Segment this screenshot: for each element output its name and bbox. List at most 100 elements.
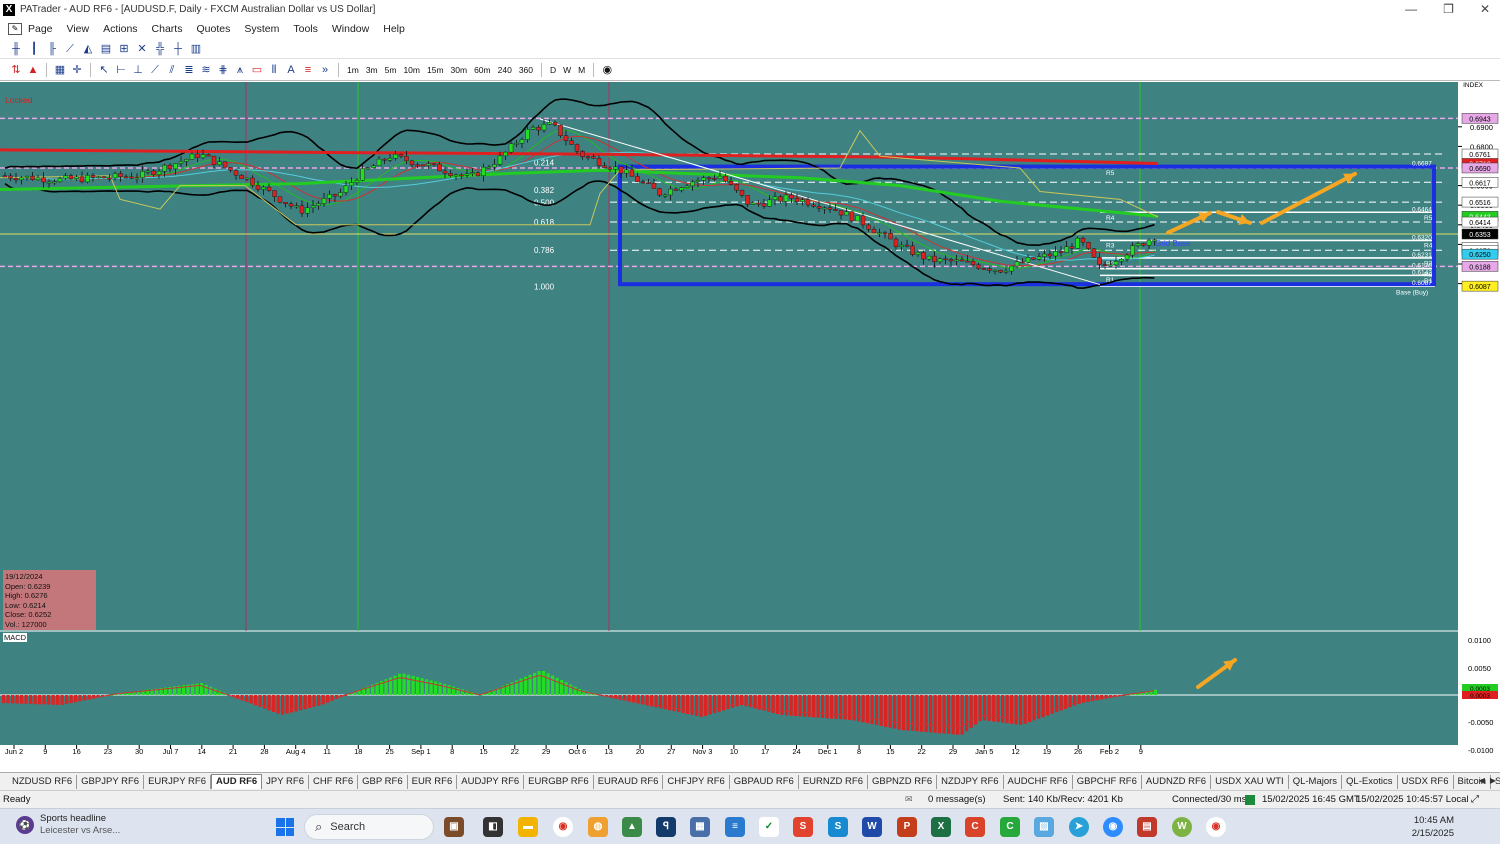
tabs-scroll-right-icon[interactable]: ▶: [1490, 776, 1496, 785]
symbol-tab[interactable]: GBPJPY RF6: [77, 774, 145, 789]
ohlc-chart-icon[interactable]: ╟: [44, 42, 60, 57]
tabs-scroll-left-icon[interactable]: ◀: [1479, 776, 1485, 785]
menu-tools[interactable]: Tools: [293, 23, 318, 35]
symbol-tab[interactable]: EURAUD RF6: [594, 774, 664, 789]
timeframe-1m[interactable]: 1m: [344, 65, 362, 75]
symbol-tab[interactable]: EURNZD RF6: [799, 774, 868, 789]
timeframe-30m[interactable]: 30m: [448, 65, 471, 75]
symbol-tab[interactable]: EURJPY RF6: [144, 774, 211, 789]
kagi-icon[interactable]: ⊞: [116, 42, 132, 57]
symbol-tab[interactable]: CHF RF6: [309, 774, 359, 789]
chart-app-icon[interactable]: ▲: [622, 817, 642, 837]
telegram-icon[interactable]: ➤: [1069, 817, 1089, 837]
bar-chart-icon[interactable]: ╫: [8, 42, 24, 57]
powerpoint-icon[interactable]: P: [897, 817, 917, 837]
chrome-icon[interactable]: ◉: [553, 817, 573, 837]
price-chart[interactable]: 0.2140.3820.5000.6180.7861.000R5R4R3R2R1…: [0, 82, 1500, 758]
timeframe-10m[interactable]: 10m: [400, 65, 423, 75]
symbol-tab[interactable]: AUDCHF RF6: [1004, 774, 1073, 789]
timeframe-240[interactable]: 240: [495, 65, 515, 75]
excel-icon[interactable]: X: [931, 817, 951, 837]
symbol-tab[interactable]: USDX XAU WTI: [1211, 774, 1289, 789]
calculator-icon[interactable]: ▦: [690, 817, 710, 837]
text-tool-icon[interactable]: A: [283, 63, 299, 78]
symbol-tab[interactable]: NZDJPY RF6: [937, 774, 1004, 789]
renko-icon[interactable]: ▤: [98, 42, 114, 57]
restore-icon[interactable]: ❐: [1443, 2, 1454, 16]
symbol-tab[interactable]: CHFJPY RF6: [663, 774, 730, 789]
symbol-tab[interactable]: GBP RF6: [358, 774, 408, 789]
image-viewer-icon[interactable]: ▨: [1034, 817, 1054, 837]
c-app-icon[interactable]: C: [965, 817, 985, 837]
trading-app-icon[interactable]: ✓: [759, 817, 779, 837]
symbol-tab[interactable]: GBPCHF RF6: [1073, 774, 1142, 789]
fib-retracement-icon[interactable]: ≣: [181, 63, 197, 78]
rectangle-icon[interactable]: ▭: [249, 63, 265, 78]
more-tools-icon[interactable]: »: [317, 63, 333, 78]
symbol-tab[interactable]: USDX RF6: [1398, 774, 1454, 789]
s-app-icon[interactable]: S: [793, 817, 813, 837]
system-clock[interactable]: 10:45 AM 2/15/2025: [1412, 814, 1454, 840]
menu-page[interactable]: Page: [28, 23, 53, 35]
notes-icon[interactable]: ≡: [725, 817, 745, 837]
timeframe-15m[interactable]: 15m: [424, 65, 447, 75]
clock-icon[interactable]: ◉: [599, 63, 615, 78]
menu-view[interactable]: View: [67, 23, 90, 35]
chart-canvas[interactable]: 0.2140.3820.5000.6180.7861.000R5R4R3R2R1…: [0, 82, 1500, 758]
chrome-icon[interactable]: ◉: [1206, 817, 1226, 837]
menu-charts[interactable]: Charts: [152, 23, 183, 35]
timeframe-5m[interactable]: 5m: [382, 65, 400, 75]
pnf-icon[interactable]: ✕: [134, 42, 150, 57]
gann-icon[interactable]: ⋕: [215, 63, 231, 78]
symbol-tab[interactable]: AUDNZD RF6: [1142, 774, 1212, 789]
timeframe-60m[interactable]: 60m: [471, 65, 494, 75]
s-blue-app-icon[interactable]: S: [828, 817, 848, 837]
pointer-icon[interactable]: ↖: [96, 63, 112, 78]
trendline-icon[interactable]: ⟋: [147, 63, 163, 78]
buy-sell-icon[interactable]: ⇅: [8, 63, 24, 78]
volume-icon[interactable]: ▥: [188, 42, 204, 57]
symbol-tab[interactable]: EUR RF6: [408, 774, 458, 789]
pivot-icon[interactable]: ≡: [300, 63, 316, 78]
w-app-icon[interactable]: W: [1172, 817, 1192, 837]
tc-app-icon[interactable]: ꟼ: [656, 817, 676, 837]
horizontal-line-icon[interactable]: ⊢: [113, 63, 129, 78]
timeframe-360[interactable]: 360: [516, 65, 536, 75]
andrews-pitchfork-icon[interactable]: ⩚: [232, 63, 248, 78]
symbol-tab[interactable]: GBPAUD RF6: [730, 774, 799, 789]
symbol-tab[interactable]: AUDJPY RF6: [457, 774, 525, 789]
menu-actions[interactable]: Actions: [103, 23, 137, 35]
timeframe-weekly[interactable]: W: [560, 65, 574, 75]
candle-chart-icon[interactable]: ┃: [26, 42, 42, 57]
news-widget[interactable]: ⚽ Sports headline Leicester vs Arse...: [16, 813, 120, 837]
taskbar-app-icon[interactable]: ◍: [588, 817, 608, 837]
word-icon[interactable]: W: [862, 817, 882, 837]
alert-icon[interactable]: ▲: [25, 63, 41, 78]
c-green-app-icon[interactable]: C: [1000, 817, 1020, 837]
taskbar-search[interactable]: ⌕ Search: [304, 814, 434, 840]
file-explorer-icon[interactable]: ▬: [518, 817, 538, 837]
minimize-icon[interactable]: —: [1405, 2, 1417, 16]
cycle-lines-icon[interactable]: ⦀: [266, 63, 282, 78]
mail-icon[interactable]: ✉: [905, 794, 913, 805]
indicator-icon[interactable]: ▦: [52, 63, 68, 78]
vertical-line-icon[interactable]: ⊥: [130, 63, 146, 78]
symbol-tab[interactable]: GBPNZD RF6: [868, 774, 938, 789]
symbol-tab[interactable]: EURGBP RF6: [524, 774, 594, 789]
symbol-tab[interactable]: JPY RF6: [262, 774, 309, 789]
crosshair-icon[interactable]: ✛: [69, 63, 85, 78]
menu-window[interactable]: Window: [332, 23, 369, 35]
range-bar-icon[interactable]: ┼: [170, 42, 186, 57]
menu-quotes[interactable]: Quotes: [196, 23, 230, 35]
chart-menu-icon[interactable]: ✎: [8, 22, 22, 35]
channel-icon[interactable]: ⫽: [164, 63, 180, 78]
task-view-icon[interactable]: ◧: [483, 817, 503, 837]
windows-start-icon[interactable]: [276, 818, 294, 836]
symbol-tab[interactable]: QL-Majors: [1289, 774, 1343, 789]
media-app-icon[interactable]: ▤: [1137, 817, 1157, 837]
fib-fan-icon[interactable]: ≋: [198, 63, 214, 78]
timeframe-daily[interactable]: D: [547, 65, 559, 75]
timeframe-3m[interactable]: 3m: [363, 65, 381, 75]
heikin-ashi-icon[interactable]: ╬: [152, 42, 168, 57]
timeframe-monthly[interactable]: M: [575, 65, 588, 75]
